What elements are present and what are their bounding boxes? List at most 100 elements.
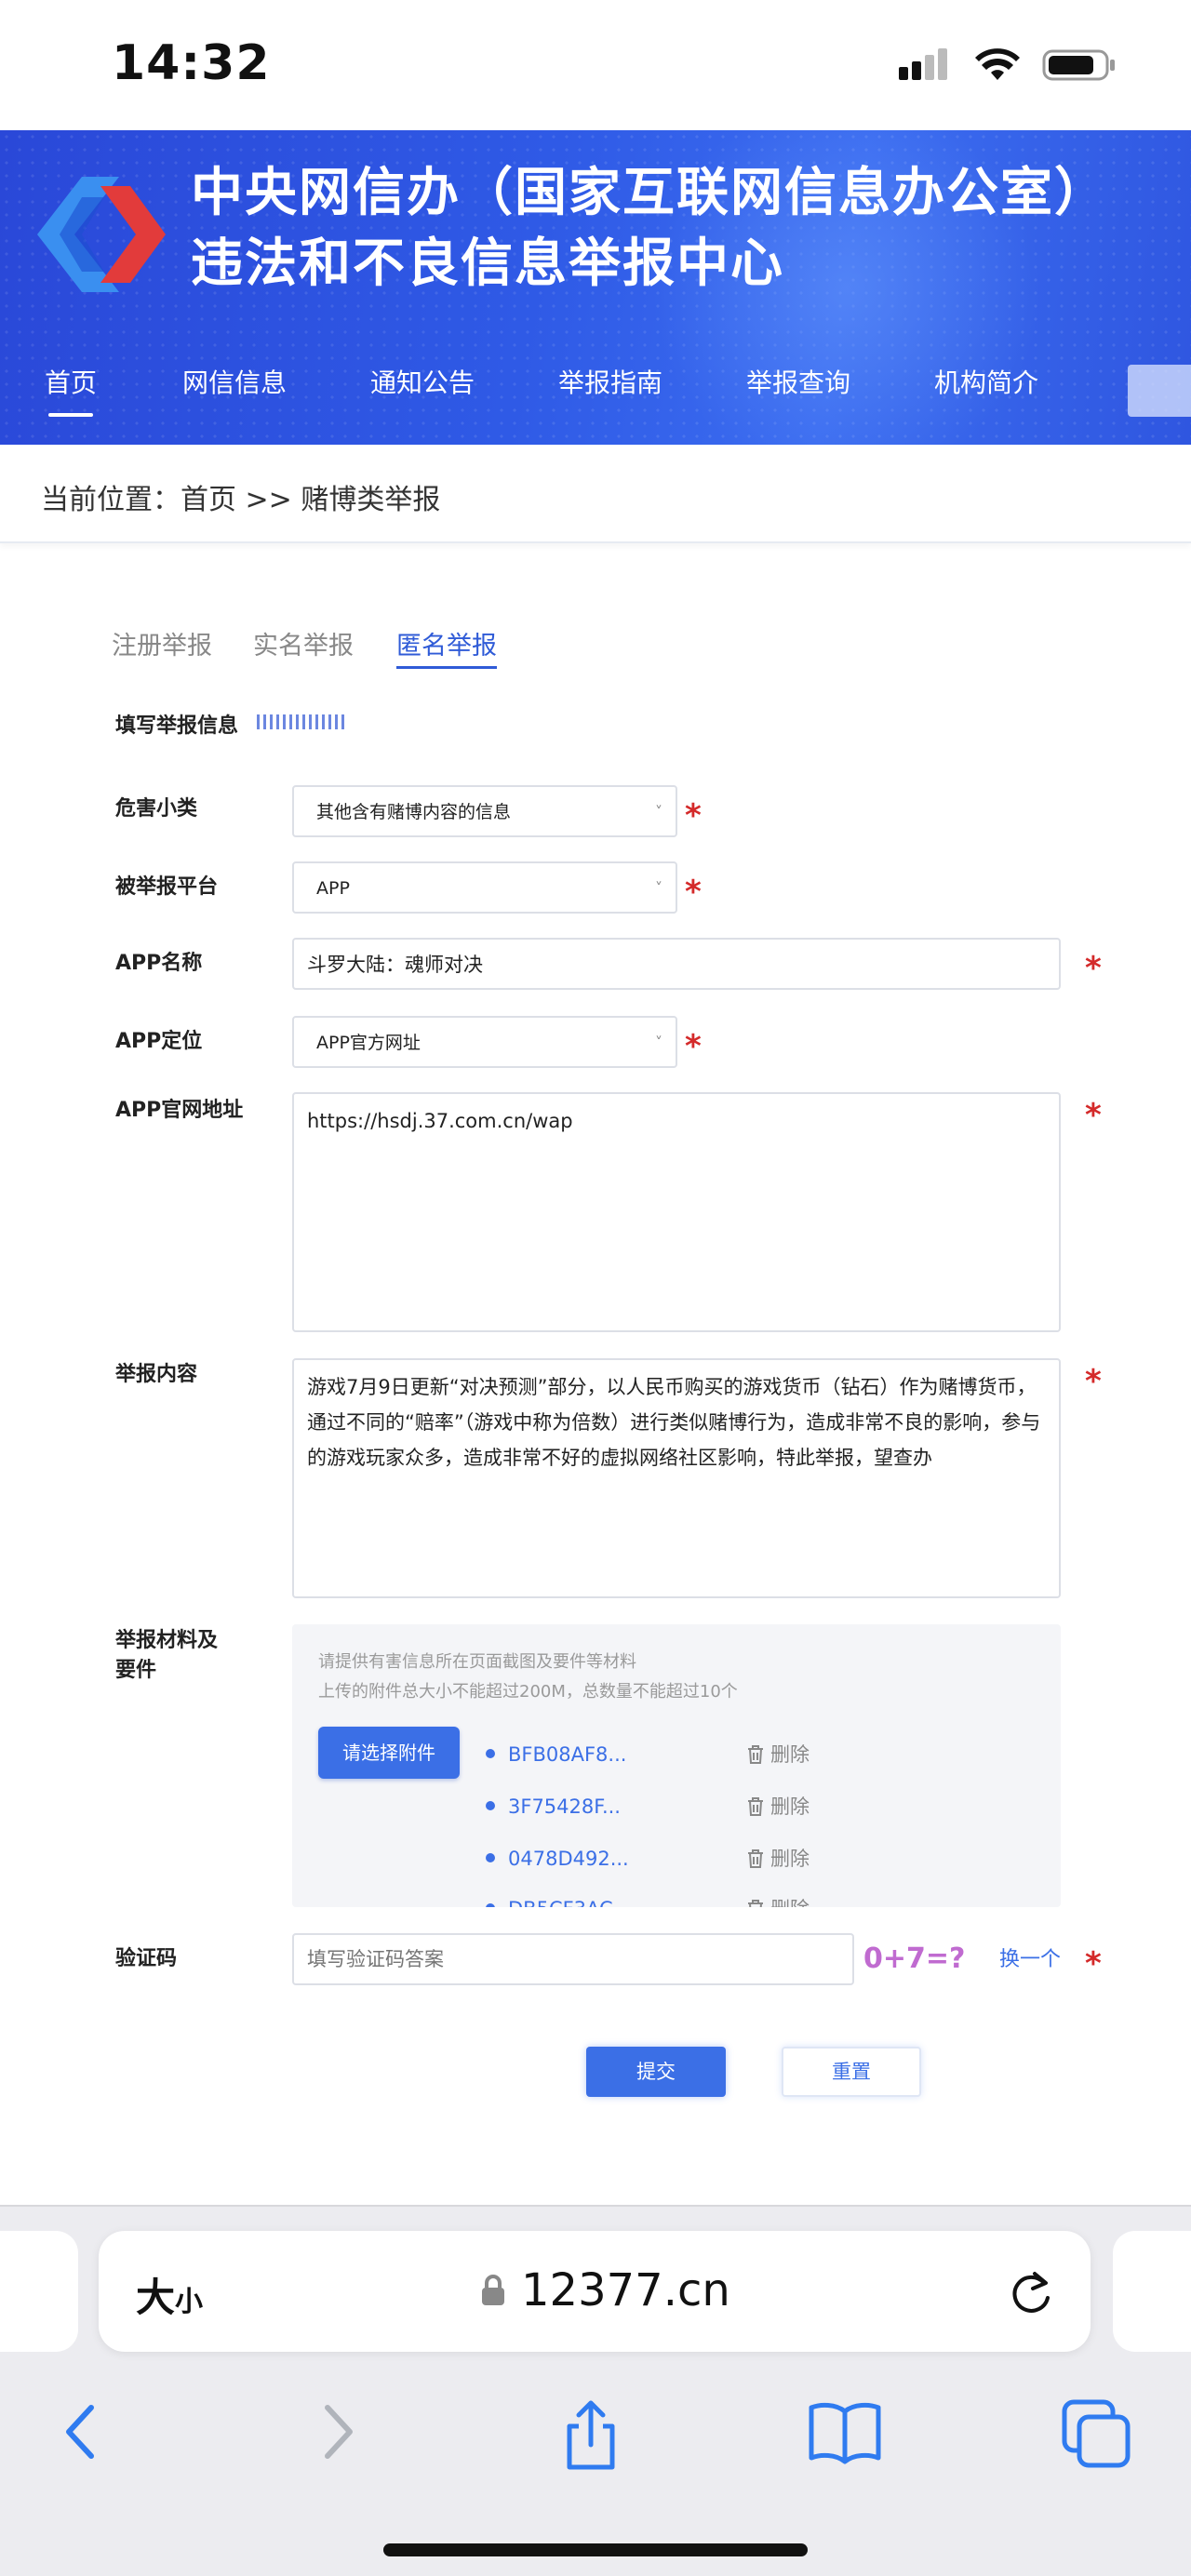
delete-label: 删除 (770, 1848, 810, 1870)
main-nav: 首页 网信信息 通知公告 举报指南 举报查询 机构简介 (0, 361, 1191, 445)
breadcrumb-text: 当前位置：首页 >> 赌博类举报 (41, 484, 441, 516)
delete-attachment-button[interactable]: 删除 (746, 1892, 810, 1907)
forward-icon[interactable] (316, 2398, 361, 2465)
text-size-big: 大 (136, 2275, 176, 2320)
status-bar: 14:32 (0, 0, 1191, 130)
submit-button[interactable]: 提交 (586, 2047, 726, 2097)
app-name-label: APP名称 (115, 952, 203, 975)
reload-icon[interactable] (1007, 2266, 1055, 2318)
delete-attachment-button[interactable]: 删除 (746, 1842, 810, 1875)
battery-icon (1042, 49, 1115, 81)
text-size-button[interactable]: 大小 (136, 2266, 203, 2323)
previous-tab-preview[interactable] (0, 2231, 78, 2352)
upload-hint-1: 请提供有害信息所在页面截图及要件等材料 (318, 1652, 636, 1672)
app-locate-label: APP定位 (115, 1030, 203, 1053)
cellular-signal-icon (899, 48, 947, 80)
attachment-name[interactable]: 0478D492... (508, 1842, 629, 1875)
wifi-icon (975, 48, 1020, 80)
nav-item-report-query[interactable]: 举报查询 (746, 361, 850, 417)
app-locate-value: APP官方网址 (316, 1033, 421, 1053)
bullet-icon (486, 1801, 495, 1810)
attachment-name[interactable]: DB5CF3AC... (508, 1892, 632, 1907)
captcha-input[interactable] (292, 1933, 854, 1985)
trash-icon (748, 1900, 763, 1907)
required-mark: * (1085, 1097, 1102, 1134)
platform-label: 被举报平台 (115, 875, 219, 899)
tab-registered-report[interactable]: 注册举报 (112, 625, 212, 661)
captcha-label: 验证码 (115, 1947, 178, 1970)
section-title-decoration (257, 714, 348, 729)
nav-item-cyber-info[interactable]: 网信信息 (182, 361, 287, 417)
upload-hint-2: 上传的附件总大小不能超过200M，总数量不能超过10个 (318, 1682, 738, 1702)
required-mark: * (685, 1028, 702, 1065)
app-url-label: APP官网地址 (115, 1099, 244, 1122)
app-locate-select[interactable]: APP官方网址 ˅ (292, 1016, 677, 1068)
chevron-down-icon: ˅ (655, 1034, 662, 1051)
trash-icon (748, 1849, 763, 1868)
home-indicator (383, 2543, 808, 2556)
reset-button[interactable]: 重置 (782, 2047, 921, 2097)
site-logo-icon (37, 177, 166, 292)
status-icons (897, 47, 1117, 84)
nav-item-home[interactable]: 首页 (45, 361, 97, 417)
trash-icon (748, 1745, 763, 1764)
address-bar[interactable]: 大小 12377.cn (99, 2231, 1091, 2352)
nav-item-about[interactable]: 机构简介 (934, 361, 1038, 417)
tab-anonymous-report[interactable]: 匿名举报 (396, 625, 497, 669)
url-text: 12377.cn (521, 2264, 730, 2316)
report-content-textarea[interactable]: 游戏7月9日更新“对决预测”部分，以人民币购买的游戏货币（钻石）作为赌博货币，通… (292, 1358, 1061, 1598)
nav-item-report-guide[interactable]: 举报指南 (558, 361, 662, 417)
trash-icon (748, 1797, 763, 1816)
site-title-line1: 中央网信办（国家互联网信息办公室） (191, 163, 1108, 223)
delete-attachment-button[interactable]: 删除 (746, 1738, 810, 1771)
harm-subtype-select[interactable]: 其他含有赌博内容的信息 ˅ (292, 785, 677, 837)
browser-toolbar (0, 2389, 1191, 2491)
delete-attachment-button[interactable]: 删除 (746, 1790, 810, 1823)
required-mark: * (685, 874, 702, 911)
lock-icon (482, 2275, 504, 2305)
harm-subtype-value: 其他含有赌博内容的信息 (316, 802, 512, 822)
upload-area: 请提供有害信息所在页面截图及要件等材料 上传的附件总大小不能超过200M，总数量… (292, 1624, 1061, 1907)
report-content-label: 举报内容 (115, 1363, 198, 1386)
required-mark: * (1085, 950, 1102, 987)
bullet-icon (486, 1903, 495, 1907)
attachment-item: DB5CF3AC... 删除 (486, 1892, 1044, 1907)
section-title: 填写举报信息 (115, 714, 239, 738)
platform-select[interactable]: APP ˅ (292, 861, 677, 914)
required-mark: * (1085, 1363, 1102, 1400)
materials-label: 举报材料及 要件 (115, 1626, 218, 1686)
bullet-icon (486, 1853, 495, 1862)
chevron-down-icon: ˅ (655, 879, 662, 897)
back-icon[interactable] (58, 2398, 102, 2465)
captcha-image[interactable]: 0+7=? (863, 1941, 990, 1978)
choose-attachment-button[interactable]: 请选择附件 (318, 1727, 460, 1779)
app-url-textarea[interactable]: https://hsdj.37.com.cn/wap (292, 1092, 1061, 1332)
site-title: 中央网信办（国家互联网信息办公室） 违法和不良信息举报中心 (191, 158, 1108, 300)
share-icon[interactable] (558, 2398, 623, 2473)
bookmarks-icon[interactable] (808, 2398, 882, 2465)
url-display: 12377.cn (480, 2264, 730, 2316)
tab-realname-report[interactable]: 实名举报 (253, 625, 354, 661)
delete-label: 删除 (770, 1892, 810, 1907)
attachment-item: BFB08AF8... 删除 (486, 1738, 1044, 1771)
materials-label-line2: 要件 (115, 1659, 157, 1682)
harm-subtype-label: 危害小类 (115, 797, 198, 821)
next-tab-preview[interactable] (1113, 2231, 1191, 2352)
nav-item-notices[interactable]: 通知公告 (370, 361, 475, 417)
nav-search-box[interactable] (1128, 365, 1191, 417)
breadcrumb: 当前位置：首页 >> 赌博类举报 (0, 445, 1191, 543)
site-banner: 中央网信办（国家互联网信息办公室） 违法和不良信息举报中心 首页 网信信息 通知… (0, 130, 1191, 445)
delete-label: 删除 (770, 1743, 810, 1766)
tabs-icon[interactable] (1061, 2398, 1131, 2469)
attachment-item: 0478D492... 删除 (486, 1842, 1044, 1875)
status-time: 14:32 (112, 35, 271, 91)
materials-label-line1: 举报材料及 (115, 1629, 219, 1652)
bullet-icon (486, 1749, 495, 1758)
attachment-name[interactable]: 3F75428F... (508, 1790, 621, 1823)
app-name-input[interactable]: 斗罗大陆：魂师对决 (292, 938, 1061, 990)
browser-chrome: 大小 12377.cn (0, 2205, 1191, 2576)
captcha-refresh-link[interactable]: 换一个 (999, 1942, 1061, 1972)
platform-value: APP (316, 878, 350, 899)
attachment-name[interactable]: BFB08AF8... (508, 1738, 626, 1771)
required-mark: * (685, 797, 702, 834)
